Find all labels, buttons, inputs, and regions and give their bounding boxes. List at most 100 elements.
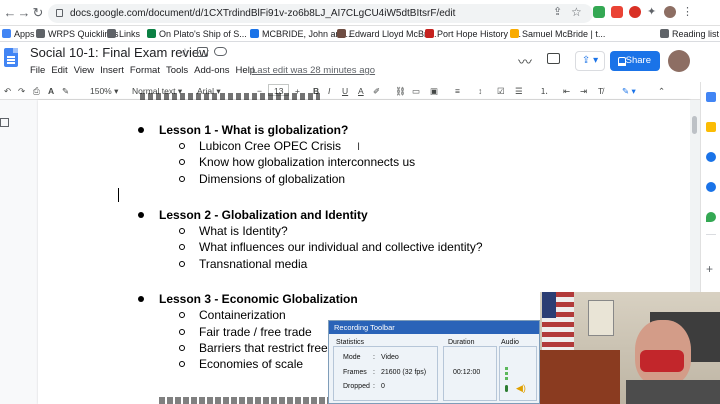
bookmark-samuel[interactable]: Samuel McBride | t... bbox=[510, 28, 605, 40]
editing-mode-icon[interactable]: ✎ ▾ bbox=[622, 85, 636, 97]
text-color-icon[interactable]: A bbox=[358, 85, 364, 97]
undo-icon[interactable]: ↶ bbox=[4, 85, 11, 97]
bookmark-plato[interactable]: On Plato's Ship of S... bbox=[147, 28, 247, 40]
bookmark-edward[interactable]: Edward Lloyd McBri... bbox=[337, 28, 437, 40]
profile-icon[interactable] bbox=[664, 6, 676, 18]
spellcheck-icon[interactable]: A bbox=[48, 85, 54, 97]
statistics-label: Statistics bbox=[336, 339, 365, 346]
extensions-puzzle-icon[interactable]: ✦ bbox=[647, 6, 659, 18]
bullet-icon bbox=[138, 212, 144, 218]
drive-ext-icon[interactable] bbox=[593, 6, 605, 18]
bookmark-port-hope[interactable]: Port Hope History -... bbox=[425, 28, 521, 40]
duration-value: 00:12:00 bbox=[453, 369, 481, 376]
recording-toolbar[interactable]: Recording Toolbar Statistics Mode : Vide… bbox=[328, 320, 540, 404]
comments-icon[interactable] bbox=[547, 53, 560, 64]
bookmark-star-icon[interactable]: ☆ bbox=[571, 6, 583, 18]
url-field[interactable]: docs.google.com/document/d/1CXTrdindBlFi… bbox=[48, 4, 593, 23]
present-button[interactable]: ⇪ ▾ bbox=[575, 51, 605, 71]
link-icon[interactable]: ⛓ bbox=[395, 85, 406, 97]
audio-level-bar bbox=[505, 372, 508, 375]
text-cursor-icon: I bbox=[357, 141, 361, 153]
sub-bullet-icon bbox=[179, 312, 185, 318]
contacts-icon[interactable] bbox=[706, 182, 716, 192]
list-item: Lubicon Cree OPEC Crisis bbox=[179, 139, 341, 153]
left-rail bbox=[0, 100, 38, 404]
menu-tools[interactable]: Tools bbox=[166, 65, 188, 76]
redo-icon[interactable]: ↷ bbox=[18, 85, 25, 97]
checklist-icon[interactable]: ☑ bbox=[497, 85, 505, 97]
duration-label: Duration bbox=[448, 339, 475, 346]
menu-edit[interactable]: Edit bbox=[51, 65, 67, 76]
sub-bullet-icon bbox=[179, 159, 185, 165]
highlight-icon[interactable]: ✐ bbox=[373, 85, 380, 97]
bookmark-links[interactable]: Links bbox=[107, 28, 140, 40]
collapse-toolbar-icon[interactable]: ⌃ bbox=[658, 85, 665, 97]
lock-icon bbox=[56, 9, 63, 17]
menu-format[interactable]: Format bbox=[130, 65, 160, 76]
print-icon[interactable]: ⎙ bbox=[33, 85, 40, 97]
extension-red-icon[interactable] bbox=[611, 6, 623, 18]
record-ext-icon[interactable] bbox=[629, 6, 641, 18]
shirt-image bbox=[626, 380, 720, 404]
line-spacing-icon[interactable]: ↕ bbox=[478, 85, 482, 97]
reload-icon[interactable]: ↻ bbox=[30, 5, 46, 21]
cropped-next-heading bbox=[159, 397, 329, 404]
zoom-select[interactable]: 150% ▾ bbox=[90, 85, 118, 97]
menu-add-ons[interactable]: Add-ons bbox=[194, 65, 229, 76]
increase-indent-icon[interactable]: ⇥ bbox=[580, 85, 587, 97]
list-item: Fair trade / free trade bbox=[179, 325, 312, 339]
bullet-icon bbox=[138, 127, 144, 133]
list-item: Transnational media bbox=[179, 257, 307, 271]
speaker-icon[interactable]: ◀) bbox=[516, 383, 526, 394]
recording-toolbar-title[interactable]: Recording Toolbar bbox=[329, 321, 539, 334]
list-item: Dimensions of globalization bbox=[179, 172, 345, 186]
mode-label: Mode bbox=[343, 354, 361, 361]
numbered-list-icon[interactable]: ⒈ bbox=[540, 85, 549, 97]
divider bbox=[706, 234, 716, 235]
docs-logo-icon[interactable] bbox=[4, 48, 18, 67]
share-page-icon[interactable]: ⇪ bbox=[553, 6, 565, 18]
outline-icon[interactable] bbox=[0, 118, 9, 127]
share-button[interactable]: Share bbox=[610, 51, 660, 71]
keep-icon[interactable] bbox=[706, 122, 716, 132]
poster-image bbox=[588, 300, 614, 336]
microphone-icon[interactable] bbox=[505, 385, 508, 392]
calendar-icon[interactable] bbox=[706, 92, 716, 102]
bookmark-apps[interactable]: Apps bbox=[2, 28, 35, 40]
maps-icon[interactable] bbox=[706, 212, 716, 222]
menu-file[interactable]: File bbox=[30, 65, 45, 76]
list-item: What is Identity? bbox=[179, 224, 288, 238]
sub-bullet-icon bbox=[179, 361, 185, 367]
browser-menu-icon[interactable]: ⋮ bbox=[682, 6, 694, 18]
activity-trend-icon[interactable]: 〰 bbox=[518, 52, 532, 72]
menu-view[interactable]: View bbox=[74, 65, 94, 76]
avatar[interactable] bbox=[668, 50, 690, 72]
underline-icon[interactable]: U bbox=[342, 85, 348, 97]
image-icon[interactable]: ▣ bbox=[430, 85, 438, 97]
page-icon bbox=[147, 29, 156, 38]
list-item: Economies of scale bbox=[179, 357, 303, 371]
scroll-thumb[interactable] bbox=[692, 116, 697, 134]
folder-icon bbox=[36, 29, 45, 38]
audio-level-bar bbox=[505, 377, 508, 380]
mode-value: Video bbox=[381, 354, 399, 361]
reading-list[interactable]: Reading list bbox=[660, 28, 719, 40]
comment-add-icon[interactable]: ▭ bbox=[412, 85, 420, 97]
menu-insert[interactable]: Insert bbox=[100, 65, 124, 76]
list-item: What influences our individual and colle… bbox=[179, 240, 483, 254]
decrease-indent-icon[interactable]: ⇤ bbox=[563, 85, 570, 97]
star-icon[interactable]: ☆ bbox=[180, 46, 190, 59]
list-item: Know how globalization interconnects us bbox=[179, 155, 415, 169]
align-icon[interactable]: ≡ bbox=[455, 85, 460, 97]
tasks-icon[interactable] bbox=[706, 152, 716, 162]
italic-icon[interactable]: I bbox=[328, 85, 330, 97]
last-edit-link[interactable]: Last edit was 28 minutes ago bbox=[252, 65, 375, 76]
clear-format-icon[interactable]: T̸ bbox=[598, 85, 603, 97]
apps-grid-icon bbox=[2, 29, 11, 38]
bullet-list-icon[interactable]: ☰ bbox=[515, 85, 523, 97]
move-folder-icon[interactable] bbox=[197, 47, 208, 57]
face-mask-image bbox=[640, 350, 684, 372]
paint-format-icon[interactable]: ✎ bbox=[62, 85, 69, 97]
lesson-3-heading: Lesson 3 - Economic Globalization bbox=[138, 292, 358, 306]
add-addon-icon[interactable]: + bbox=[706, 262, 713, 276]
